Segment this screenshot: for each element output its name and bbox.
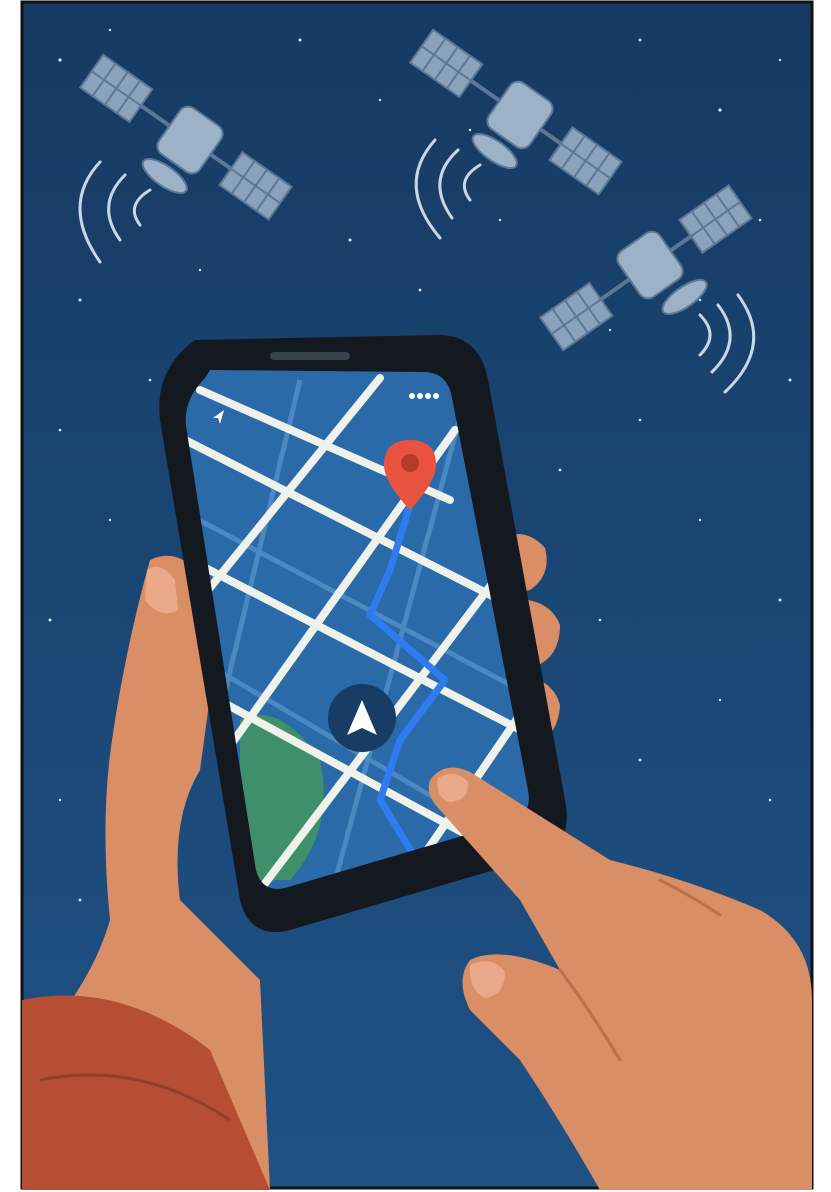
navigation-arrow-icon[interactable] [328,684,396,752]
phone-speaker [270,352,350,360]
gps-illustration [20,0,814,1190]
